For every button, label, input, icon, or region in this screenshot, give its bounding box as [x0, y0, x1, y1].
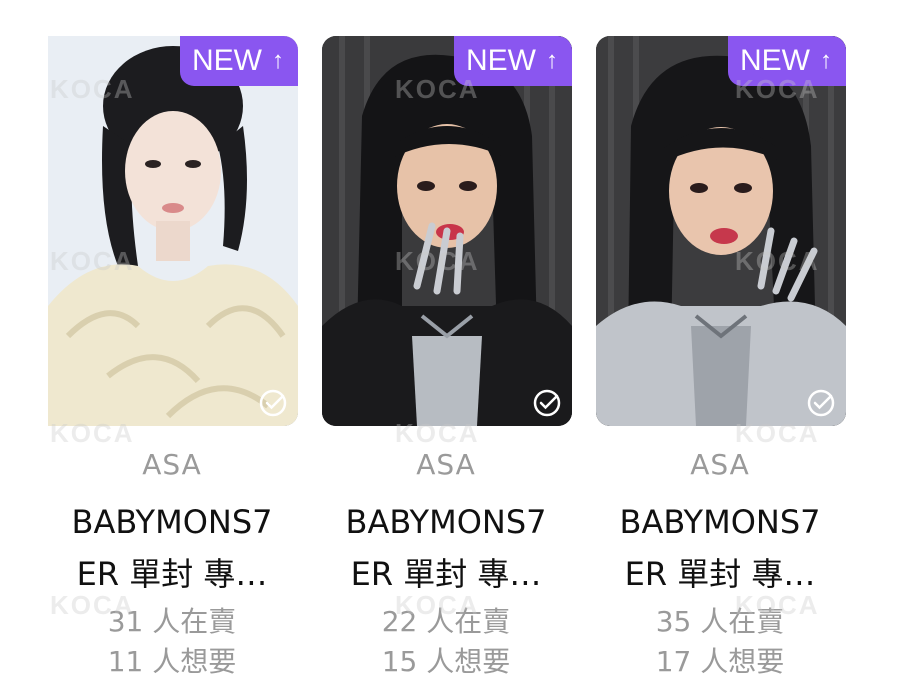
- card-title: BABYMONS7 ER 單封 專…: [308, 496, 584, 600]
- sellers-count: 35 人在賣: [655, 605, 785, 638]
- photocard-image[interactable]: NEW ↑: [322, 36, 572, 426]
- new-badge-label: NEW: [192, 44, 262, 77]
- photocard-grid: NEW ↑ ASA BABYMONS7 ER 單封 專… 31 人在賣 11 人…: [0, 0, 903, 691]
- wanters-count: 11 人想要: [107, 645, 237, 678]
- photo-illustration: [322, 36, 572, 426]
- wanters-count: 15 人想要: [381, 645, 511, 678]
- new-badge: NEW ↑: [180, 36, 298, 86]
- sellers-count: 22 人在賣: [381, 605, 511, 638]
- card-title-line: ER 單封 專…: [350, 555, 542, 593]
- arrow-up-icon: ↑: [546, 47, 558, 74]
- check-circle-icon: [807, 389, 835, 417]
- check-circle-icon: [259, 389, 287, 417]
- member-name: ASA: [142, 448, 202, 481]
- new-badge-label: NEW: [740, 44, 810, 77]
- card-title-line: BABYMONS7: [619, 503, 821, 541]
- photocard-item[interactable]: NEW ↑ ASA BABYMONS7 ER 單封 專… 35 人在賣 17 人…: [582, 0, 858, 691]
- card-title-line: ER 單封 專…: [76, 555, 268, 593]
- new-badge: NEW ↑: [728, 36, 846, 86]
- arrow-up-icon: ↑: [272, 47, 284, 74]
- member-name: ASA: [690, 448, 750, 481]
- check-circle-icon: [533, 389, 561, 417]
- photo-illustration: [48, 36, 298, 426]
- card-title-line: BABYMONS7: [345, 503, 547, 541]
- wanters-count: 17 人想要: [655, 645, 785, 678]
- arrow-up-icon: ↑: [820, 47, 832, 74]
- new-badge-label: NEW: [466, 44, 536, 77]
- card-title-line: BABYMONS7: [71, 503, 273, 541]
- member-name: ASA: [416, 448, 476, 481]
- photocard-item[interactable]: NEW ↑ ASA BABYMONS7 ER 單封 專… 31 人在賣 11 人…: [34, 0, 310, 691]
- card-title-line: ER 單封 專…: [624, 555, 816, 593]
- sellers-count: 31 人在賣: [107, 605, 237, 638]
- new-badge: NEW ↑: [454, 36, 572, 86]
- card-title: BABYMONS7 ER 單封 專…: [34, 496, 310, 600]
- photo-illustration: [596, 36, 846, 426]
- photocard-image[interactable]: NEW ↑: [596, 36, 846, 426]
- photocard-item[interactable]: NEW ↑ ASA BABYMONS7 ER 單封 專… 22 人在賣 15 人…: [308, 0, 584, 691]
- card-title: BABYMONS7 ER 單封 專…: [582, 496, 858, 600]
- photocard-image[interactable]: NEW ↑: [48, 36, 298, 426]
